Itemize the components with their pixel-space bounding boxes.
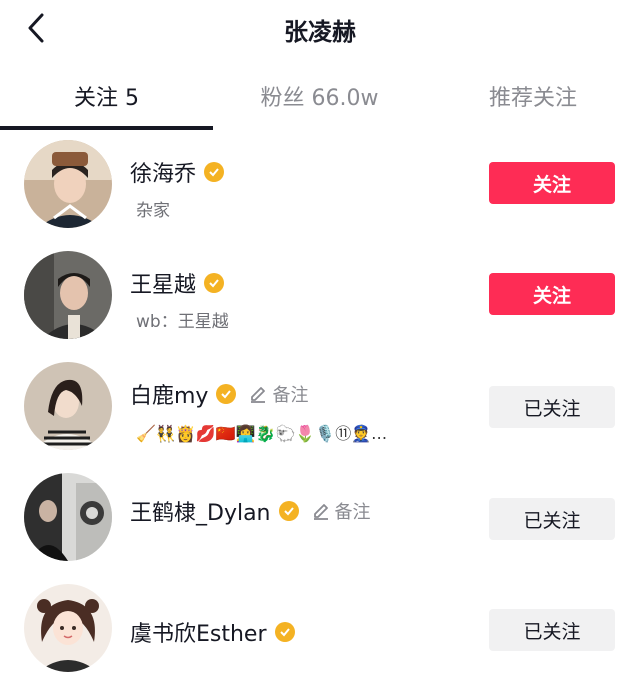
avatar[interactable] [24,362,112,450]
user-name[interactable]: 徐海乔 [130,156,196,188]
user-bio: 🧹👯👸💋🇨🇳👩‍💻🐉🐑🌷🎙️⑪👮… [136,424,388,443]
pencil-icon [251,387,266,403]
list-item[interactable]: 徐海乔 杂家 关注 [0,140,640,250]
name-line: 白鹿my 备注 [130,378,308,410]
list-item[interactable]: 白鹿my 备注 🧹👯👸💋🇨🇳👩‍💻🐉🐑🌷🎙️⑪👮… 已关注 [0,362,640,472]
avatar[interactable] [24,584,112,672]
user-bio: 杂家 [136,201,170,221]
list-item[interactable]: 王鹤棣_Dylan 备注 已关注 [0,473,640,583]
list-item[interactable]: 王星越 wb：王星越 关注 [0,251,640,361]
tab-bar: 关注 5 粉丝 66.0w 推荐关注 [0,66,640,130]
follow-button[interactable]: 关注 [489,273,615,315]
verified-icon [274,622,295,642]
user-name[interactable]: 王星越 [130,267,196,299]
name-line: 徐海乔 [130,156,225,188]
remark-button[interactable]: 备注 [311,498,371,524]
name-line: 王鹤棣_Dylan 备注 [130,495,371,527]
name-line: 王星越 [130,267,225,299]
user-name[interactable]: 王鹤棣_Dylan [130,495,271,527]
page-title: 张凌赫 [284,18,356,46]
list-item[interactable]: 虞书欣Esther 已关注 [0,584,640,694]
tab-recommended[interactable]: 推荐关注 [426,78,640,114]
verified-icon [204,162,225,182]
follow-button[interactable]: 关注 [489,162,615,204]
remark-label: 备注 [334,502,371,523]
user-name[interactable]: 白鹿my [130,378,208,410]
avatar[interactable] [24,251,112,339]
following-button[interactable]: 已关注 [489,498,615,540]
remark-button[interactable]: 备注 [248,381,308,407]
tab-fans[interactable]: 粉丝 66.0w [213,78,426,114]
top-bar: 张凌赫 [0,0,640,58]
remark-label: 备注 [272,385,309,406]
following-button[interactable]: 已关注 [489,609,615,651]
tab-following[interactable]: 关注 5 [0,78,213,114]
pencil-icon [313,504,328,520]
avatar[interactable] [24,140,112,228]
following-button[interactable]: 已关注 [489,386,615,428]
avatar[interactable] [24,473,112,561]
verified-icon [204,273,225,293]
verified-icon [278,501,299,521]
user-bio: wb：王星越 [136,312,229,332]
tab-indicator [0,126,213,130]
user-name[interactable]: 虞书欣Esther [130,616,267,648]
name-line: 虞书欣Esther [130,616,295,648]
verified-icon [216,384,237,404]
